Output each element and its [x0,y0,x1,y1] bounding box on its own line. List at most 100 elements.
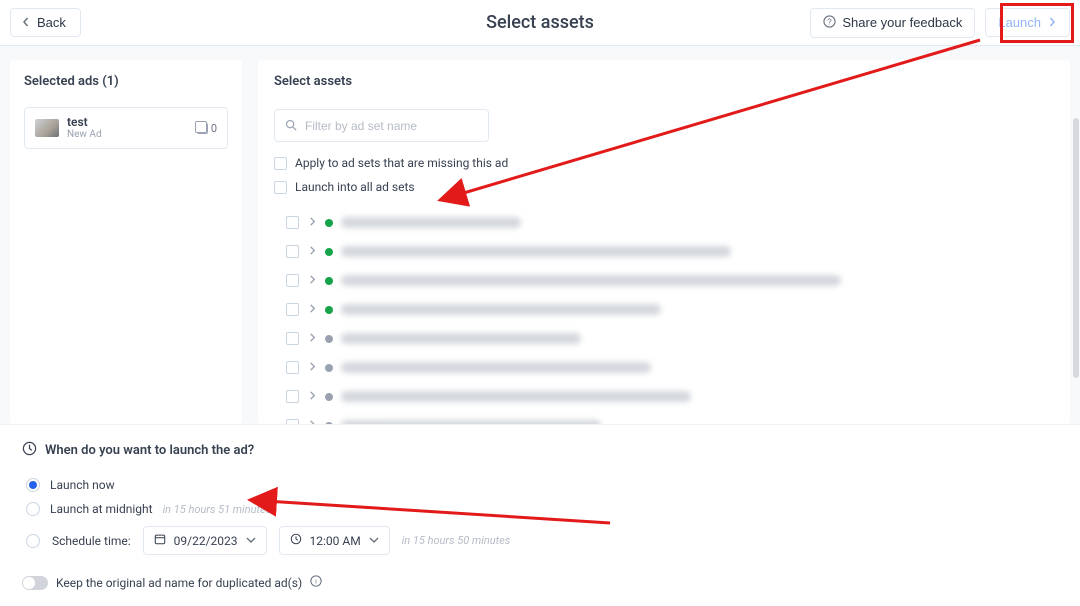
keep-name-row[interactable]: Keep the original ad name for duplicated… [22,575,1058,590]
adset-row[interactable] [274,382,1054,411]
checkbox-icon[interactable] [286,216,299,229]
checkbox-icon[interactable] [286,419,299,424]
radio-icon[interactable] [26,502,40,516]
apply-missing-label: Apply to ad sets that are missing this a… [295,156,508,170]
adset-name-redacted [341,217,521,228]
ad-thumbnail-icon [35,119,59,137]
launch-now-label: Launch now [50,478,115,492]
status-dot-icon [325,277,333,285]
midnight-hint: in 15 hours 51 minutes [163,503,272,516]
chevron-right-icon[interactable] [307,361,317,374]
ad-count-value: 0 [211,122,217,135]
adset-list [274,208,1054,424]
keep-name-label: Keep the original ad name for duplicated… [56,576,302,590]
checkbox-icon[interactable] [286,361,299,374]
feedback-label: Share your feedback [842,15,962,30]
header-actions: ? Share your feedback Launch [810,8,1070,38]
time-picker[interactable]: 12:00 AM [279,526,390,555]
schedule-time-row[interactable]: Schedule time: 09/22/2023 12:00 AM in 15… [26,526,1058,555]
schedule-title-row: When do you want to launch the ad? [22,441,1058,460]
adset-row[interactable] [274,324,1054,353]
selected-ads-sidebar: Selected ads (1) test New Ad 0 [10,60,242,424]
schedule-section: When do you want to launch the ad? Launc… [0,424,1080,606]
schedule-time-label: Schedule time: [52,534,131,548]
chevron-down-icon [246,534,256,548]
adset-row[interactable] [274,295,1054,324]
chevron-right-icon[interactable] [307,419,317,424]
chevron-right-icon[interactable] [307,390,317,403]
status-dot-icon [325,393,333,401]
ad-text: test New Ad [67,116,189,140]
sidebar-title: Selected ads (1) [24,74,228,89]
header-bar: Back Select assets ? Share your feedback… [0,0,1080,46]
main-layout: Selected ads (1) test New Ad 0 Select as… [0,46,1080,424]
chevron-right-icon[interactable] [307,216,317,229]
calendar-icon [154,533,166,548]
adset-name-redacted [341,420,601,424]
question-icon: ? [823,15,836,31]
launch-button[interactable]: Launch [985,8,1070,37]
status-dot-icon [325,335,333,343]
adset-row[interactable] [274,237,1054,266]
schedule-title: When do you want to launch the ad? [45,443,254,458]
adset-name-redacted [341,246,731,257]
launch-label: Launch [998,15,1041,30]
checkbox-icon[interactable] [286,303,299,316]
status-dot-icon [325,422,333,425]
ad-subtitle: New Ad [67,129,189,140]
clock-small-icon [290,533,302,548]
toggle-off-icon[interactable] [22,576,48,590]
checkbox-icon[interactable] [286,332,299,345]
adset-name-redacted [341,333,581,344]
svg-text:?: ? [828,16,833,26]
radio-icon[interactable] [26,534,40,548]
back-label: Back [37,15,66,30]
status-dot-icon [325,219,333,227]
feedback-button[interactable]: ? Share your feedback [810,8,975,38]
adset-name-redacted [341,275,841,286]
chevron-down-icon [369,534,379,548]
status-dot-icon [325,248,333,256]
ad-name: test [67,116,189,129]
date-value: 09/22/2023 [174,534,238,548]
launch-midnight-row[interactable]: Launch at midnight in 15 hours 51 minute… [26,502,1058,516]
adset-row[interactable] [274,411,1054,424]
date-picker[interactable]: 09/22/2023 [143,526,267,555]
selected-ad-card[interactable]: test New Ad 0 [24,107,228,149]
launch-midnight-label: Launch at midnight [50,502,153,516]
time-value: 12:00 AM [310,534,361,548]
schedule-hint: in 15 hours 50 minutes [402,534,511,547]
scrollbar-thumb[interactable] [1073,118,1079,378]
chevron-right-icon[interactable] [307,274,317,287]
chevron-right-icon[interactable] [307,303,317,316]
adset-row[interactable] [274,208,1054,237]
radio-selected-icon[interactable] [26,478,40,492]
chevron-right-icon[interactable] [307,245,317,258]
adset-search-input[interactable] [305,119,478,133]
status-dot-icon [325,306,333,314]
ad-count: 0 [197,122,217,135]
adset-search[interactable] [274,109,489,142]
checkbox-icon[interactable] [274,157,287,170]
adset-row[interactable] [274,353,1054,382]
clock-icon [22,441,37,460]
copy-icon [197,123,208,134]
adset-name-redacted [341,391,691,402]
chevron-left-icon [21,15,31,30]
chevron-right-icon [1047,15,1057,30]
checkbox-icon[interactable] [274,181,287,194]
apply-missing-checkbox-row[interactable]: Apply to ad sets that are missing this a… [274,156,1054,170]
launch-now-row[interactable]: Launch now [26,478,1058,492]
status-dot-icon [325,364,333,372]
checkbox-icon[interactable] [286,274,299,287]
launch-all-checkbox-row[interactable]: Launch into all ad sets [274,180,1054,194]
adset-row[interactable] [274,266,1054,295]
search-icon [285,116,297,135]
info-icon: i [310,575,322,590]
checkbox-icon[interactable] [286,245,299,258]
back-button[interactable]: Back [10,8,81,37]
chevron-right-icon[interactable] [307,332,317,345]
assets-panel: Select assets Apply to ad sets that are … [258,60,1070,424]
checkbox-icon[interactable] [286,390,299,403]
launch-all-label: Launch into all ad sets [295,180,415,194]
